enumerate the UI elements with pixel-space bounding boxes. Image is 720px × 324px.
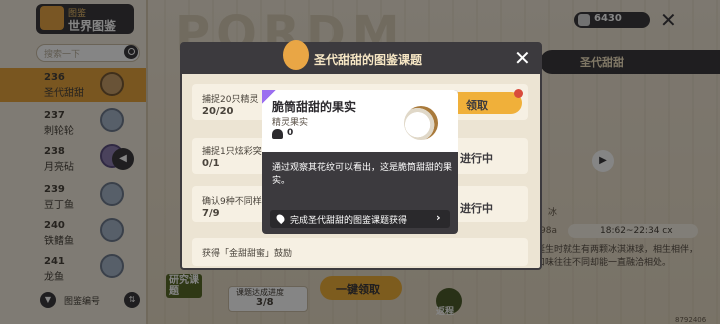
item-source-text: 完成圣代甜甜的图鉴课题获得 <box>290 216 408 226</box>
task-text: 捕捉1只炫彩突变 <box>202 147 271 157</box>
task-text: 确认9种不同样子 <box>202 197 271 207</box>
modal-title: 圣代甜甜的图鉴课题 <box>314 53 423 67</box>
task-progress: 20/20 <box>202 106 234 117</box>
item-title: 脆筒甜甜的果实 <box>272 100 357 114</box>
task-text: 捕捉20只精灵 <box>202 95 259 105</box>
task-text: 获得「金甜甜蜜」鼓励 <box>202 249 293 259</box>
chevron-right-icon: › <box>436 211 441 224</box>
item-description: 通过观察其花纹可以看出，这是脆筒甜甜的果实。 <box>272 163 453 186</box>
item-category: 精灵果实 <box>272 118 309 128</box>
task-status: 进行中 <box>460 152 493 165</box>
task-status: 进行中 <box>460 202 493 215</box>
task-progress: 0/1 <box>202 158 220 169</box>
item-count: 0 <box>287 128 294 138</box>
bag-icon <box>272 129 283 139</box>
close-icon[interactable]: ✕ <box>514 46 531 70</box>
notification-dot-icon <box>514 89 523 98</box>
pet-head-icon <box>283 40 309 70</box>
claim-label: 领取 <box>466 99 488 112</box>
task-progress: 7/9 <box>202 208 220 219</box>
fruit-icon <box>404 106 438 140</box>
